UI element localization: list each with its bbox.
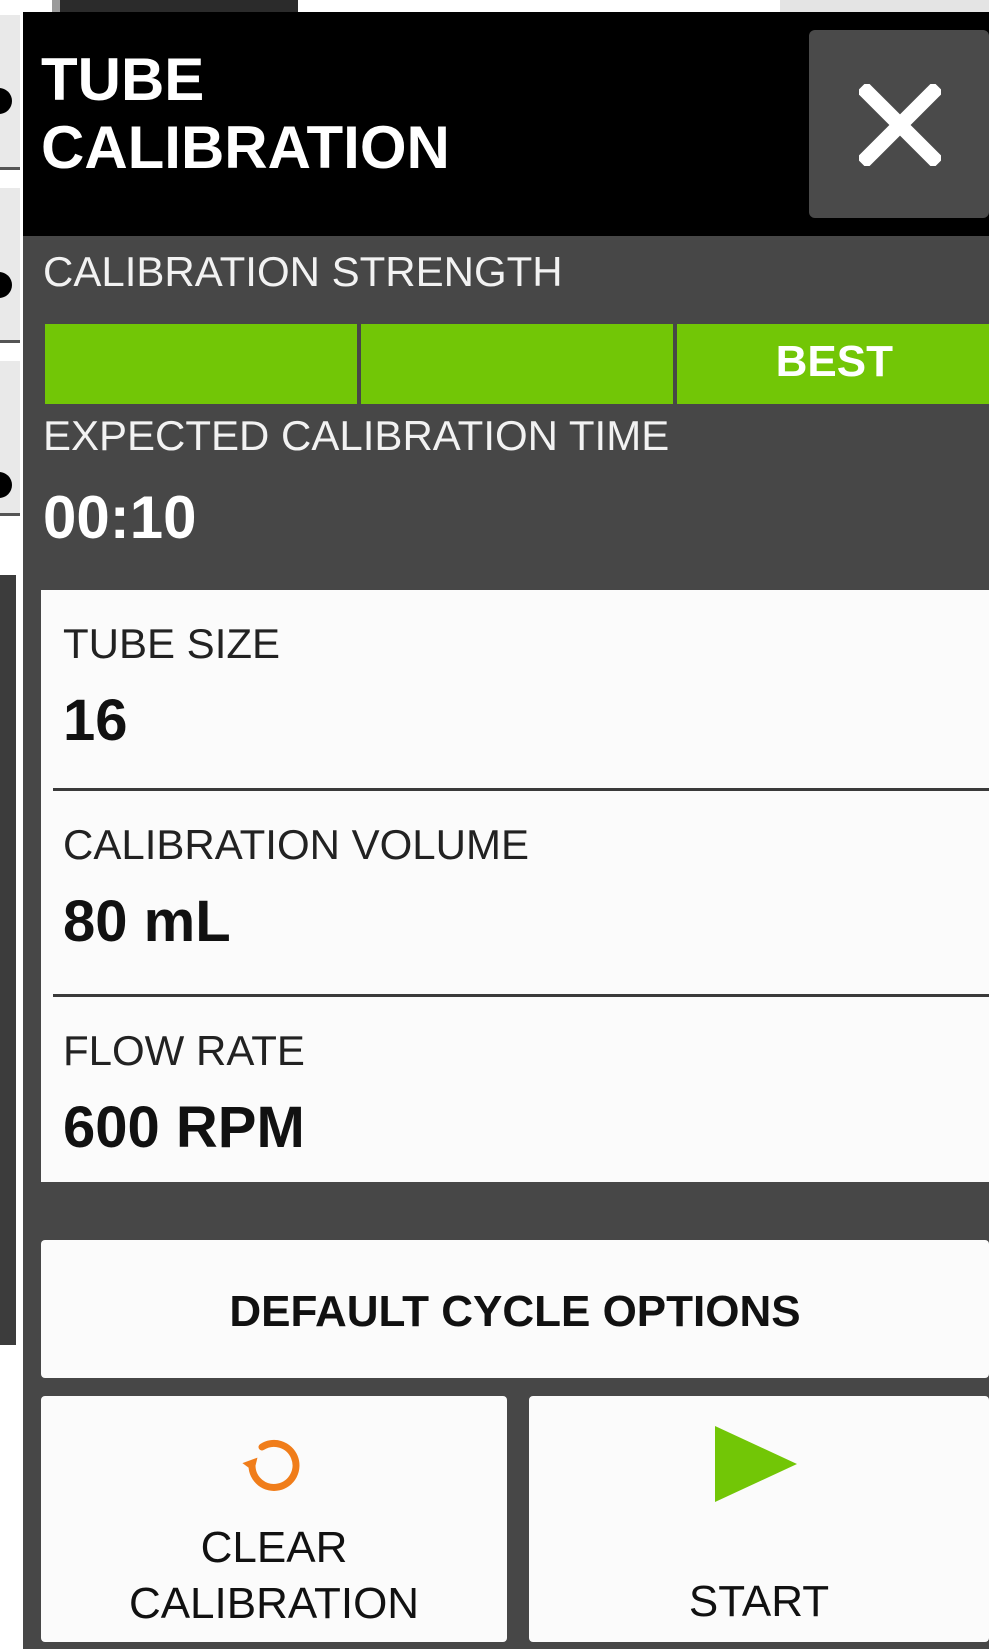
expected-time-value: 00:10: [43, 484, 197, 551]
close-button[interactable]: [809, 30, 989, 218]
start-button[interactable]: START: [529, 1396, 989, 1642]
background-panel: [0, 575, 16, 1345]
default-cycle-options-label: DEFAULT CYCLE OPTIONS: [229, 1287, 801, 1336]
strength-segment: [45, 324, 357, 404]
dialog-header: TUBE CALIBRATION: [23, 12, 989, 236]
expected-time-label: EXPECTED CALIBRATION TIME: [43, 412, 670, 459]
background-list-row: [0, 188, 20, 343]
setting-value: 600 RPM: [63, 1095, 305, 1160]
strength-segment: [361, 324, 673, 404]
start-label: START: [688, 1577, 830, 1626]
setting-tube-size[interactable]: TUBE SIZE 16: [41, 590, 989, 790]
clear-calibration-button[interactable]: CLEAR CALIBRATION: [41, 1396, 507, 1642]
tube-calibration-dialog: TUBE CALIBRATION CALIBRATION STRENGTH BE…: [23, 12, 989, 1649]
calibration-strength-meter: BEST: [45, 324, 989, 404]
strength-level-text: BEST: [775, 337, 893, 386]
refresh-icon: [242, 1439, 300, 1491]
play-icon: [715, 1426, 797, 1502]
setting-label: CALIBRATION VOLUME: [63, 821, 529, 868]
setting-label: TUBE SIZE: [63, 620, 281, 667]
default-cycle-options-button[interactable]: DEFAULT CYCLE OPTIONS: [41, 1240, 989, 1378]
dialog-title: TUBE CALIBRATION: [41, 46, 450, 181]
setting-label: FLOW RATE: [63, 1027, 305, 1074]
calibration-strength-label: CALIBRATION STRENGTH: [43, 248, 563, 295]
setting-calibration-volume[interactable]: CALIBRATION VOLUME 80 mL: [41, 791, 989, 991]
strength-segment: BEST: [677, 324, 989, 404]
setting-flow-rate[interactable]: FLOW RATE 600 RPM: [41, 997, 989, 1197]
close-icon: [859, 84, 941, 166]
settings-card: TUBE SIZE 16 CALIBRATION VOLUME 80 mL FL…: [41, 590, 989, 1182]
setting-value: 80 mL: [63, 889, 231, 954]
setting-value: 16: [63, 688, 128, 753]
clear-calibration-label: CLEAR CALIBRATION: [128, 1523, 420, 1628]
background-toolbar: [52, 0, 298, 12]
